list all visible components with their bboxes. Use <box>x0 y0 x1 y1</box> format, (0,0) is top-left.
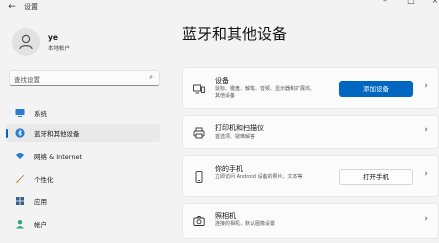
monitor-icon <box>15 109 25 117</box>
phone-icon <box>195 171 203 183</box>
card-description: 鼠标、键盘、触笔、音频、显示器和扩展坞、其他设备 <box>215 86 316 99</box>
nav-item-accounts[interactable]: 帐户 <box>6 215 160 233</box>
card-description: 立即访问 Android 设备的照片、文本等 <box>215 174 303 180</box>
app-title: 设置 <box>24 3 38 11</box>
page-title: 蓝牙和其他设备 <box>182 25 288 43</box>
search-input[interactable]: 查找设置 ⌕ <box>9 70 160 86</box>
nav-label: 应用 <box>34 198 47 206</box>
nav-label: 网络 & Internet <box>34 153 83 161</box>
back-button[interactable]: ← <box>6 1 18 13</box>
active-indicator <box>6 129 8 138</box>
nav-item-bluetooth-devices[interactable]: 蓝牙和其他设备 <box>6 124 160 142</box>
search-icon: ⌕ <box>149 73 153 81</box>
card-camera[interactable]: 照相机 连接的相机，默认图像设置 › <box>182 203 439 239</box>
bluetooth-icon <box>15 128 25 138</box>
card-your-phone[interactable]: 你的手机 立即访问 Android 设备的照片、文本等 打开手机 › <box>182 155 439 197</box>
nav-item-personalization[interactable]: 个性化 <box>6 170 160 188</box>
minimize-button[interactable]: – <box>378 0 392 5</box>
card-devices[interactable]: 设备 鼠标、键盘、触笔、音频、显示器和扩展坞、其他设备 添加设备 › <box>182 67 439 109</box>
card-title: 照相机 <box>215 212 236 220</box>
printer-icon <box>193 127 205 139</box>
user-name: ye <box>48 33 58 42</box>
close-button[interactable]: × <box>428 0 439 5</box>
add-device-button[interactable]: 添加设备 <box>339 81 413 97</box>
nav-item-apps[interactable]: 应用 <box>6 192 160 210</box>
nav-label: 帐户 <box>34 221 47 229</box>
chevron-right-icon: › <box>424 169 428 179</box>
nav-label: 蓝牙和其他设备 <box>34 130 80 138</box>
person-icon <box>19 34 33 50</box>
wifi-icon <box>16 153 24 159</box>
maximize-button[interactable]: □ <box>404 0 418 5</box>
chevron-right-icon: › <box>424 214 428 224</box>
nav-item-system[interactable]: 系统 <box>6 104 160 122</box>
open-phone-button[interactable]: 打开手机 <box>339 169 413 185</box>
card-title: 设备 <box>215 77 229 85</box>
camera-icon <box>193 216 205 226</box>
card-description: 首选项、疑难解答 <box>215 134 256 140</box>
card-description: 连接的相机，默认图像设置 <box>215 221 276 227</box>
card-title: 你的手机 <box>215 165 243 173</box>
chevron-right-icon: › <box>424 81 428 91</box>
card-title: 打印机和扫描仪 <box>215 124 264 132</box>
card-printers[interactable]: 打印机和扫描仪 首选项、疑难解答 › <box>182 115 439 149</box>
person-icon <box>16 220 24 229</box>
nav-item-network[interactable]: 网络 & Internet <box>6 147 160 165</box>
brush-icon <box>16 175 24 183</box>
title-bar: ← 设置 – □ × <box>0 0 439 16</box>
nav-label: 个性化 <box>34 176 54 184</box>
nav-label: 系统 <box>34 110 47 118</box>
avatar[interactable] <box>12 28 40 56</box>
devices-icon <box>193 84 205 94</box>
account-type: 本地帐户 <box>48 46 71 52</box>
chevron-right-icon: › <box>424 125 428 135</box>
apps-icon <box>16 197 24 205</box>
search-placeholder: 查找设置 <box>14 76 40 84</box>
